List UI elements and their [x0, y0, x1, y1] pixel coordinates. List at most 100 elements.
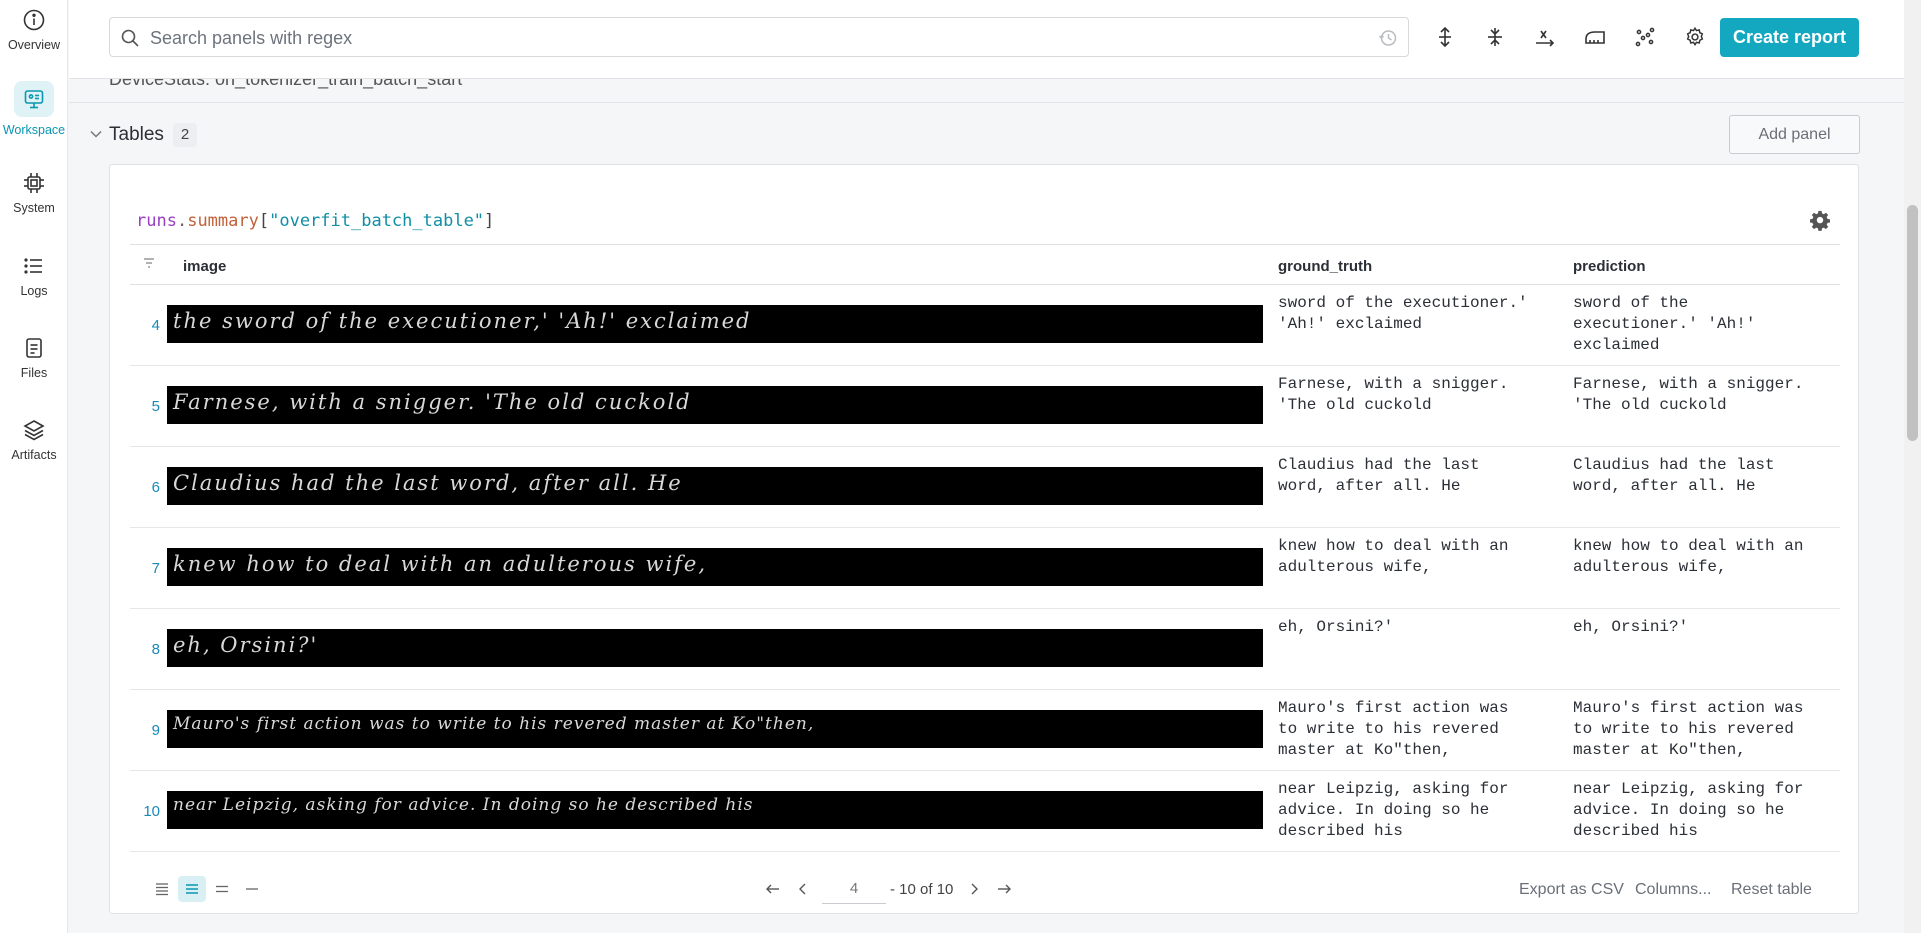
- panel-gear-icon[interactable]: [1809, 210, 1831, 232]
- x-axis-button[interactable]: [1532, 24, 1558, 50]
- handwriting-image-text: near Leipzig, asking for advice. In doin…: [173, 795, 754, 815]
- table-row: 4 the sword of the executioner,' 'Ah!' e…: [130, 285, 1840, 366]
- handwriting-image[interactable]: Claudius had the last word, after all. H…: [167, 467, 1263, 505]
- ground-truth-cell: sword of the executioner.' 'Ah!' exclaim…: [1278, 294, 1528, 333]
- row-index[interactable]: 5: [130, 398, 160, 415]
- gear-icon: [1686, 26, 1704, 46]
- prediction-cell: near Leipzig, asking for advice. In doin…: [1573, 780, 1804, 840]
- table-row: 7 knew how to deal with an adulterous wi…: [130, 528, 1840, 609]
- tables-section-header: Tables 2 Add panel: [69, 104, 1906, 164]
- row-index[interactable]: 9: [130, 722, 160, 739]
- panel-search[interactable]: [109, 17, 1409, 57]
- columns-button[interactable]: Columns...: [1635, 881, 1711, 899]
- density-medium-icon: [186, 884, 198, 894]
- page-input[interactable]: [822, 874, 886, 904]
- table-row: 9 Mauro's first action was to write to h…: [130, 690, 1840, 771]
- nav-system[interactable]: System: [0, 171, 68, 215]
- smoothing-button[interactable]: [1582, 24, 1608, 50]
- row-index[interactable]: 8: [130, 641, 160, 658]
- density-medium-button[interactable]: [178, 876, 206, 902]
- prediction-cell: knew how to deal with an adulterous wife…: [1573, 537, 1804, 576]
- nav-workspace[interactable]: Workspace: [0, 81, 68, 137]
- last-page-button[interactable]: [989, 874, 1019, 904]
- prediction-cell: sword of the executioner.' 'Ah!' exclaim…: [1573, 294, 1756, 354]
- left-nav: Overview Workspace System Logs Files Art…: [0, 0, 68, 933]
- nav-overview-label: Overview: [7, 38, 61, 52]
- handwriting-image[interactable]: eh, Orsini?': [167, 629, 1263, 667]
- page-scrollbar[interactable]: [1904, 0, 1921, 933]
- layers-icon: [23, 420, 45, 441]
- handwriting-image[interactable]: Farnese, with a snigger. 'The old cuckol…: [167, 386, 1263, 424]
- query-bracket-open: [: [258, 211, 270, 231]
- table-row: 6 Claudius had the last word, after all.…: [130, 447, 1840, 528]
- chevron-down-icon[interactable]: [88, 126, 104, 142]
- section-count-badge: 2: [173, 123, 197, 147]
- ground-truth-cell: Mauro's first action was to write to his…: [1278, 699, 1509, 759]
- collapse-panels-button[interactable]: [1482, 24, 1508, 50]
- outliers-button[interactable]: [1632, 24, 1658, 50]
- density-compact-button[interactable]: [148, 876, 176, 902]
- handwriting-image[interactable]: Mauro's first action was to write to his…: [167, 710, 1263, 748]
- column-header-ground-truth[interactable]: ground_truth: [1278, 258, 1372, 275]
- chevron-right-icon: [971, 883, 979, 895]
- ground-truth-cell: near Leipzig, asking for advice. In doin…: [1278, 780, 1509, 840]
- query-summary: summary: [187, 211, 259, 231]
- row-index[interactable]: 7: [130, 560, 160, 577]
- row-index[interactable]: 6: [130, 479, 160, 496]
- ground-truth-cell: Claudius had the last word, after all. H…: [1278, 456, 1480, 495]
- add-panel-button[interactable]: Add panel: [1729, 115, 1860, 154]
- ground-truth-cell: Farnese, with a snigger. 'The old cuckol…: [1278, 375, 1509, 414]
- expand-panels-button[interactable]: [1432, 24, 1458, 50]
- nav-files[interactable]: Files: [0, 336, 68, 380]
- settings-button[interactable]: [1682, 24, 1708, 50]
- prev-page-button[interactable]: [788, 874, 818, 904]
- handwriting-image[interactable]: knew how to deal with an adulterous wife…: [167, 548, 1263, 586]
- pagination: - 10 of 10: [758, 874, 1019, 904]
- scatter-icon: [1635, 27, 1655, 47]
- history-icon[interactable]: [1378, 28, 1398, 48]
- file-icon: [26, 338, 42, 358]
- page-range: - 10 of 10: [890, 880, 954, 898]
- handwriting-image-text: Mauro's first action was to write to his…: [173, 714, 815, 734]
- first-page-button[interactable]: [758, 874, 788, 904]
- query-key: "overfit_batch_table": [269, 211, 485, 231]
- next-page-button[interactable]: [959, 874, 989, 904]
- nav-workspace-label: Workspace: [2, 123, 66, 137]
- column-header-prediction[interactable]: prediction: [1573, 258, 1646, 275]
- export-csv-button[interactable]: Export as CSV: [1519, 881, 1624, 899]
- create-report-button[interactable]: Create report: [1720, 18, 1859, 57]
- section-title[interactable]: Tables: [109, 124, 164, 146]
- density-tall-icon: [216, 885, 228, 893]
- table-panel: runs.summary["overfit_batch_table"] imag…: [109, 164, 1859, 914]
- nav-overview[interactable]: Overview: [0, 8, 68, 52]
- table-row: 5 Farnese, with a snigger. 'The old cuck…: [130, 366, 1840, 447]
- main-area: Create report DeviceStats: on_tokenizer_…: [69, 0, 1906, 933]
- runs-table: image ground_truth prediction 4 the swor…: [130, 244, 1840, 854]
- x-axis-icon: [1536, 30, 1555, 47]
- handwriting-image-text: Farnese, with a snigger. 'The old cuckol…: [173, 390, 692, 414]
- clipped-section-header: DeviceStats: on_tokenizer_train_batch_st…: [69, 79, 1906, 103]
- density-extra-tall-button[interactable]: [238, 876, 266, 902]
- nav-artifacts[interactable]: Artifacts: [0, 418, 68, 462]
- table-footer: - 10 of 10 Export as CSV Columns... Rese…: [110, 858, 1860, 914]
- handwriting-image-text: the sword of the executioner,' 'Ah!' exc…: [173, 309, 752, 333]
- workspace-toolbar: Create report: [69, 0, 1906, 79]
- density-tall-button[interactable]: [208, 876, 236, 902]
- handwriting-image-text: eh, Orsini?': [173, 633, 319, 657]
- scrollbar-thumb[interactable]: [1907, 205, 1918, 441]
- nav-files-label: Files: [20, 366, 48, 380]
- density-compact-icon: [156, 883, 168, 896]
- handwriting-image[interactable]: the sword of the executioner,' 'Ah!' exc…: [167, 305, 1263, 343]
- handwriting-image[interactable]: near Leipzig, asking for advice. In doin…: [167, 791, 1263, 829]
- nav-logs[interactable]: Logs: [0, 254, 68, 298]
- query-bracket-close: ]: [484, 211, 495, 231]
- column-header-image[interactable]: image: [183, 258, 226, 275]
- panel-query[interactable]: runs.summary["overfit_batch_table"]: [136, 211, 494, 231]
- search-input[interactable]: [150, 26, 1350, 50]
- query-runs: runs: [136, 211, 177, 231]
- filter-icon[interactable]: [142, 256, 156, 270]
- table-row: 8 eh, Orsini?' eh, Orsini?' eh, Orsini?': [130, 609, 1840, 690]
- row-index[interactable]: 10: [130, 803, 160, 820]
- row-index[interactable]: 4: [130, 317, 160, 334]
- reset-table-button[interactable]: Reset table: [1731, 881, 1812, 899]
